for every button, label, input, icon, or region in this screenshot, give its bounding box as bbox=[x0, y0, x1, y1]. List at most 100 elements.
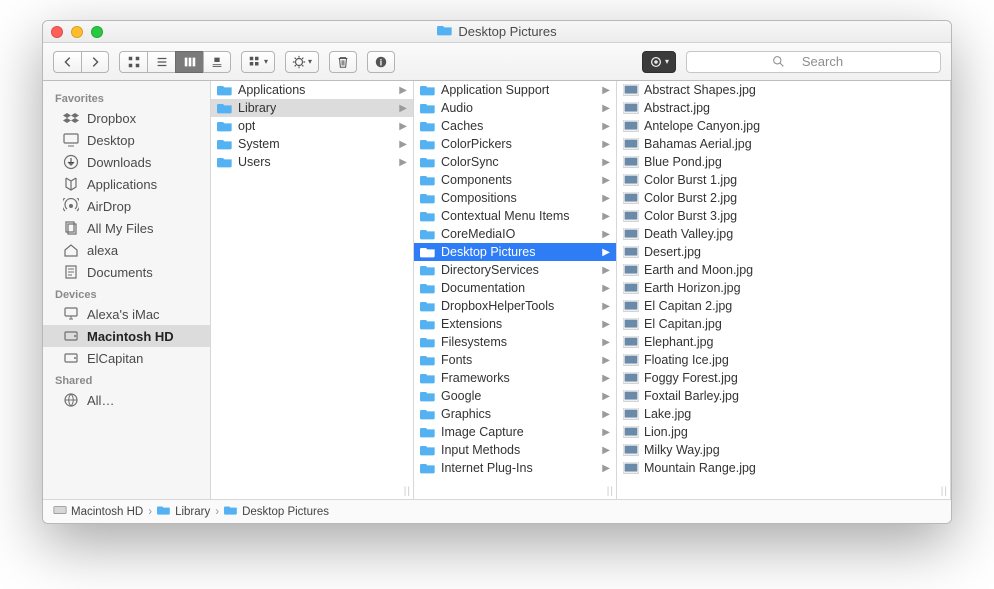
folder-row[interactable]: Filesystems▶ bbox=[414, 333, 616, 351]
trash-button[interactable] bbox=[329, 51, 357, 73]
file-row[interactable]: El Capitan 2.jpg bbox=[617, 297, 950, 315]
file-row[interactable]: Floating Ice.jpg bbox=[617, 351, 950, 369]
folder-icon bbox=[157, 504, 171, 519]
folder-row[interactable]: Compositions▶ bbox=[414, 189, 616, 207]
file-row[interactable]: Earth Horizon.jpg bbox=[617, 279, 950, 297]
sidebar-section-header: Devices bbox=[43, 283, 210, 303]
sidebar-item[interactable]: Documents bbox=[43, 261, 210, 283]
folder-row[interactable]: Frameworks▶ bbox=[414, 369, 616, 387]
path-segment[interactable]: Macintosh HD bbox=[53, 504, 143, 519]
folder-row[interactable]: ColorSync▶ bbox=[414, 153, 616, 171]
file-row[interactable]: Elephant.jpg bbox=[617, 333, 950, 351]
folder-row[interactable]: DropboxHelperTools▶ bbox=[414, 297, 616, 315]
disclosure-arrow-icon: ▶ bbox=[399, 139, 407, 150]
folder-row[interactable]: Application Support▶ bbox=[414, 81, 616, 99]
sidebar-item[interactable]: Applications bbox=[43, 173, 210, 195]
folder-row[interactable]: Documentation▶ bbox=[414, 279, 616, 297]
folder-row[interactable]: DirectoryServices▶ bbox=[414, 261, 616, 279]
file-row[interactable]: Abstract.jpg bbox=[617, 99, 950, 117]
folder-icon bbox=[224, 504, 238, 519]
sidebar-item[interactable]: Macintosh HD bbox=[43, 325, 210, 347]
image-file-icon bbox=[623, 227, 639, 241]
file-row[interactable]: El Capitan.jpg bbox=[617, 315, 950, 333]
column-resize-grip[interactable]: || bbox=[607, 486, 614, 497]
path-segment-label: Macintosh HD bbox=[71, 506, 143, 518]
file-row[interactable]: Antelope Canyon.jpg bbox=[617, 117, 950, 135]
sidebar-item[interactable]: All My Files bbox=[43, 217, 210, 239]
close-window-button[interactable] bbox=[51, 26, 63, 38]
sidebar-item[interactable]: AirDrop bbox=[43, 195, 210, 217]
file-row[interactable]: Color Burst 2.jpg bbox=[617, 189, 950, 207]
file-row[interactable]: Foxtail Barley.jpg bbox=[617, 387, 950, 405]
folder-row[interactable]: Desktop Pictures▶ bbox=[414, 243, 616, 261]
column-resize-grip[interactable]: || bbox=[404, 486, 411, 497]
folder-row[interactable]: Library▶ bbox=[211, 99, 413, 117]
dropbox-badge-button[interactable]: ▾ bbox=[642, 51, 676, 73]
image-file-icon bbox=[623, 299, 639, 313]
sidebar-item[interactable]: Dropbox bbox=[43, 107, 210, 129]
hdd-icon bbox=[53, 504, 67, 519]
folder-row[interactable]: opt▶ bbox=[211, 117, 413, 135]
file-row[interactable]: Bahamas Aerial.jpg bbox=[617, 135, 950, 153]
back-button[interactable] bbox=[53, 51, 81, 73]
file-row[interactable]: Blue Pond.jpg bbox=[617, 153, 950, 171]
path-segment[interactable]: Desktop Pictures bbox=[224, 504, 329, 519]
item-label: ColorPickers bbox=[441, 137, 512, 151]
item-label: Compositions bbox=[441, 191, 517, 205]
folder-row[interactable]: Contextual Menu Items▶ bbox=[414, 207, 616, 225]
file-row[interactable]: Color Burst 3.jpg bbox=[617, 207, 950, 225]
folder-row[interactable]: Graphics▶ bbox=[414, 405, 616, 423]
action-button[interactable]: ▾ bbox=[285, 51, 319, 73]
file-row[interactable]: Mountain Range.jpg bbox=[617, 459, 950, 477]
folder-row[interactable]: Applications▶ bbox=[211, 81, 413, 99]
column-resize-grip[interactable]: || bbox=[941, 486, 948, 497]
list-view-button[interactable] bbox=[147, 51, 175, 73]
info-button[interactable]: i bbox=[367, 51, 395, 73]
disclosure-arrow-icon: ▶ bbox=[602, 265, 610, 276]
forward-button[interactable] bbox=[81, 51, 109, 73]
folder-row[interactable]: Fonts▶ bbox=[414, 351, 616, 369]
folder-row[interactable]: System▶ bbox=[211, 135, 413, 153]
file-row[interactable]: Lake.jpg bbox=[617, 405, 950, 423]
folder-row[interactable]: Components▶ bbox=[414, 171, 616, 189]
folder-row[interactable]: Extensions▶ bbox=[414, 315, 616, 333]
item-label: Antelope Canyon.jpg bbox=[644, 119, 760, 133]
file-row[interactable]: Abstract Shapes.jpg bbox=[617, 81, 950, 99]
sidebar-item[interactable]: Alexa's iMac bbox=[43, 303, 210, 325]
icon-view-button[interactable] bbox=[119, 51, 147, 73]
folder-row[interactable]: Input Methods▶ bbox=[414, 441, 616, 459]
disclosure-arrow-icon: ▶ bbox=[602, 121, 610, 132]
sidebar-item[interactable]: ElCapitan bbox=[43, 347, 210, 369]
folder-row[interactable]: Users▶ bbox=[211, 153, 413, 171]
search-input[interactable] bbox=[686, 51, 941, 73]
file-row[interactable]: Milky Way.jpg bbox=[617, 441, 950, 459]
folder-icon bbox=[420, 407, 436, 421]
folder-row[interactable]: Internet Plug-Ins▶ bbox=[414, 459, 616, 477]
folder-row[interactable]: Google▶ bbox=[414, 387, 616, 405]
item-label: Internet Plug-Ins bbox=[441, 461, 533, 475]
nav-buttons bbox=[53, 51, 109, 73]
sidebar-item[interactable]: alexa bbox=[43, 239, 210, 261]
file-row[interactable]: Earth and Moon.jpg bbox=[617, 261, 950, 279]
file-row[interactable]: Foggy Forest.jpg bbox=[617, 369, 950, 387]
file-row[interactable]: Death Valley.jpg bbox=[617, 225, 950, 243]
coverflow-view-button[interactable] bbox=[203, 51, 231, 73]
file-row[interactable]: Color Burst 1.jpg bbox=[617, 171, 950, 189]
file-row[interactable]: Lion.jpg bbox=[617, 423, 950, 441]
folder-row[interactable]: Audio▶ bbox=[414, 99, 616, 117]
file-row[interactable]: Desert.jpg bbox=[617, 243, 950, 261]
sidebar-item[interactable]: Downloads bbox=[43, 151, 210, 173]
arrange-button[interactable]: ▾ bbox=[241, 51, 275, 73]
sidebar-item[interactable]: Desktop bbox=[43, 129, 210, 151]
folder-row[interactable]: Caches▶ bbox=[414, 117, 616, 135]
item-label: Filesystems bbox=[441, 335, 507, 349]
sidebar-item[interactable]: All… bbox=[43, 389, 210, 411]
folder-row[interactable]: ColorPickers▶ bbox=[414, 135, 616, 153]
minimize-window-button[interactable] bbox=[71, 26, 83, 38]
folder-row[interactable]: CoreMediaIO▶ bbox=[414, 225, 616, 243]
path-segment[interactable]: Library bbox=[157, 504, 210, 519]
column-view-button[interactable] bbox=[175, 51, 203, 73]
disclosure-arrow-icon: ▶ bbox=[602, 355, 610, 366]
zoom-window-button[interactable] bbox=[91, 26, 103, 38]
folder-row[interactable]: Image Capture▶ bbox=[414, 423, 616, 441]
